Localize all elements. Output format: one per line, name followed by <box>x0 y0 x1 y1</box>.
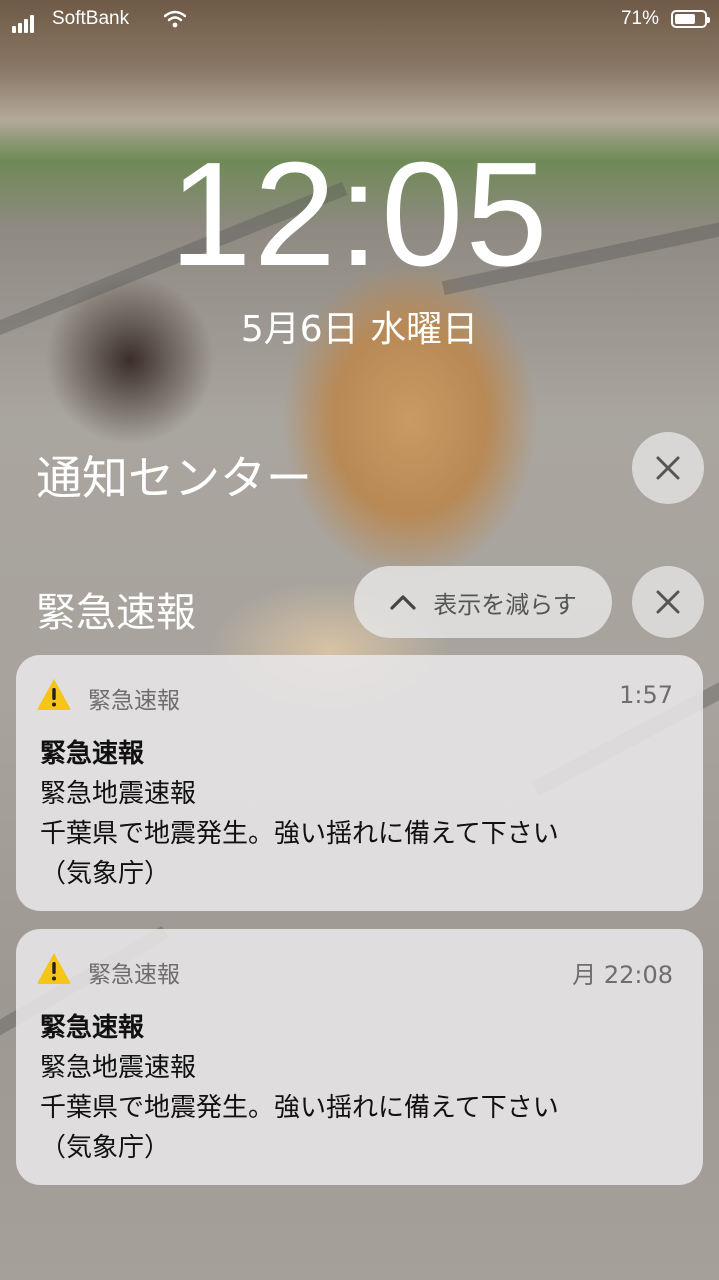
notification-subtitle: 緊急地震速報 <box>40 1053 197 1083</box>
notification-title: 緊急速報 <box>40 739 145 769</box>
battery-percentage: 71% <box>620 8 659 29</box>
notification-card[interactable]: 緊急速報 月 22:08 緊急速報 緊急地震速報 千葉県で地震発生。強い揺れに備… <box>16 929 703 1185</box>
show-less-button[interactable]: 表示を減らす <box>354 566 612 638</box>
notification-app-name: 緊急速報 <box>88 962 180 988</box>
carrier-name: SoftBank <box>52 8 130 29</box>
chevron-up-icon <box>390 595 416 610</box>
battery-icon <box>671 10 710 28</box>
warning-icon <box>37 679 71 710</box>
lock-screen-date: 5月6日 水曜日 <box>240 309 479 350</box>
group-title: 緊急速報 <box>36 590 196 636</box>
clear-group-button[interactable] <box>632 566 704 638</box>
show-less-label: 表示を減らす <box>433 590 577 619</box>
status-bar: SoftBank 71% <box>0 8 719 33</box>
notification-time: 月 22:08 <box>572 961 673 989</box>
lock-screen-time: 12:05 <box>169 132 550 297</box>
notification-title: 緊急速報 <box>40 1013 145 1043</box>
notification-body: 千葉県で地震発生。強い揺れに備えて下さい <box>40 1093 559 1123</box>
notification-source: （気象庁） <box>40 859 171 889</box>
battery-fill <box>675 14 695 24</box>
cellular-signal-icon <box>12 11 36 33</box>
clear-all-button[interactable] <box>632 432 704 504</box>
notification-body: 千葉県で地震発生。強い揺れに備えて下さい <box>40 819 559 849</box>
notification-time: 1:57 <box>619 681 673 709</box>
notification-card[interactable]: 緊急速報 1:57 緊急速報 緊急地震速報 千葉県で地震発生。強い揺れに備えて下… <box>16 655 703 911</box>
notification-source: （気象庁） <box>40 1133 171 1163</box>
close-icon <box>656 590 680 614</box>
notification-subtitle: 緊急地震速報 <box>40 779 197 809</box>
warning-icon <box>37 953 71 984</box>
notification-app-name: 緊急速報 <box>88 688 180 714</box>
close-icon <box>656 456 680 480</box>
notification-center-title: 通知センター <box>36 451 312 505</box>
wifi-icon <box>164 10 186 28</box>
